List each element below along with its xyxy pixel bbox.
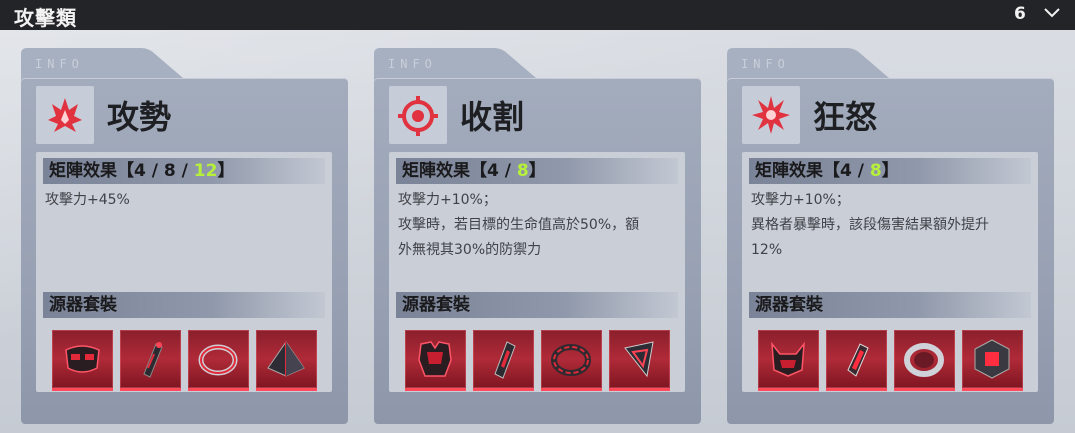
- set-gear-label: 源器套裝: [755, 295, 823, 315]
- effect-description: 攻擊力+10%； 異格者暴擊時，該段傷害結果額外提升 12%: [751, 188, 1033, 263]
- info-tab: INFO: [21, 48, 191, 82]
- gear-slot[interactable]: [52, 330, 113, 391]
- matrix-open-bracket: 【: [470, 161, 487, 181]
- matrix-level-1: 4: [134, 161, 146, 181]
- chevron-down-icon[interactable]: [1042, 2, 1062, 22]
- matrix-open-bracket: 【: [117, 161, 134, 181]
- info-tab-label: INFO: [35, 57, 84, 71]
- gear-slot[interactable]: [541, 330, 602, 391]
- matrix-sep-2: /: [175, 161, 194, 181]
- set-name: 收割: [460, 98, 525, 136]
- gear-slot[interactable]: [188, 330, 249, 391]
- effect-description: 攻擊力+10%； 攻擊時，若目標的生命值高於50%，額 外無視其30%的防禦力: [398, 188, 680, 263]
- matrix-sep-1: /: [498, 161, 517, 181]
- set-gear-header: 源器套裝: [43, 292, 325, 318]
- matrix-sep-1: /: [851, 161, 870, 181]
- info-tab: INFO: [374, 48, 544, 82]
- set-gear-header: 源器套裝: [749, 292, 1031, 318]
- matrix-level-1: 4: [840, 161, 852, 181]
- chest-armor-icon: [418, 341, 452, 377]
- gear-slot[interactable]: [609, 330, 670, 391]
- effect-line: 攻擊力+10%；: [751, 192, 850, 208]
- pyramid-icon: [267, 341, 305, 377]
- gear-slot[interactable]: [758, 330, 819, 391]
- flame-burst-icon: [36, 86, 94, 144]
- set-gear-header: 源器套裝: [396, 292, 678, 318]
- effect-description: 攻擊力+45%: [45, 188, 327, 213]
- card-body: 矩陣效果【4 / 8 / 12】 攻擊力+45% 源器套裝: [36, 152, 332, 392]
- gear-slot[interactable]: [894, 330, 955, 391]
- matrix-effect-header: 矩陣效果【4 / 8】: [396, 158, 678, 184]
- matrix-label: 矩陣效果: [402, 161, 470, 181]
- vial-icon: [847, 343, 869, 377]
- card-body: 矩陣效果【4 / 8】 攻擊力+10%； 攻擊時，若目標的生命值高於50%，額 …: [389, 152, 685, 392]
- matrix-level-3: 12: [193, 161, 218, 181]
- matrix-level-2: 8: [869, 161, 882, 181]
- card-body: 矩陣效果【4 / 8】 攻擊力+10%； 異格者暴擊時，該段傷害結果額外提升 1…: [742, 152, 1038, 392]
- info-tab: INFO: [727, 48, 897, 82]
- matrix-close-bracket: 】: [217, 161, 235, 181]
- section-title: 攻擊類: [14, 6, 77, 30]
- set-card-rage[interactable]: INFO 狂怒 矩陣效果【4 / 8】 攻擊力+10%； 異格者暴擊時，該段傷害…: [727, 48, 1054, 424]
- matrix-level-2: 8: [516, 161, 529, 181]
- set-gear-label: 源器套裝: [402, 295, 470, 315]
- gear-slot[interactable]: [405, 330, 466, 391]
- matrix-sep-1: /: [145, 161, 164, 181]
- set-gear-label: 源器套裝: [49, 295, 117, 315]
- cylinder-icon: [143, 342, 163, 378]
- effect-line: 攻擊力+10%；: [398, 192, 497, 208]
- effect-line: 外無視其30%的防禦力: [398, 242, 542, 258]
- effect-line: 12%: [751, 242, 783, 258]
- triangle-shard-icon: [624, 341, 654, 378]
- gear-list: [405, 330, 675, 392]
- ring-icon: [904, 343, 944, 377]
- matrix-label: 矩陣效果: [49, 161, 117, 181]
- gear-slot[interactable]: [256, 330, 317, 391]
- matrix-effect-header: 矩陣效果【4 / 8 / 12】: [43, 158, 325, 184]
- set-name: 狂怒: [813, 98, 878, 136]
- matrix-label: 矩陣效果: [755, 161, 823, 181]
- gear-list: [52, 330, 322, 392]
- matrix-open-bracket: 【: [823, 161, 840, 181]
- cube-core-icon: [974, 339, 1010, 379]
- effect-line: 攻擊力+45%: [45, 192, 130, 208]
- matrix-close-bracket: 】: [528, 161, 546, 181]
- matrix-level-2: 8: [163, 161, 176, 181]
- horned-helmet-icon: [771, 341, 805, 377]
- effect-line: 攻擊時，若目標的生命值高於50%，額: [398, 217, 640, 233]
- gear-list: [758, 330, 1028, 392]
- set-card-harvest[interactable]: INFO 收割 矩陣效果【4 / 8】 攻擊力+10%； 攻擊時，若目標的生命值…: [374, 48, 701, 424]
- section-count: 6: [1014, 4, 1026, 24]
- gear-slot[interactable]: [120, 330, 181, 391]
- matrix-effect-header: 矩陣效果【4 / 8】: [749, 158, 1031, 184]
- section-header[interactable]: 攻擊類 6: [0, 0, 1075, 30]
- canister-icon: [494, 341, 516, 379]
- gear-slot[interactable]: [826, 330, 887, 391]
- crosshair-target-icon: [389, 86, 447, 144]
- mask-icon: [65, 345, 100, 373]
- ring-icon: [551, 344, 591, 376]
- set-name: 攻勢: [107, 98, 172, 136]
- spiked-star-icon: [742, 86, 800, 144]
- matrix-level-1: 4: [487, 161, 499, 181]
- info-tab-label: INFO: [388, 57, 437, 71]
- set-card-offense[interactable]: INFO 攻勢 矩陣效果【4 / 8 / 12】 攻擊力+45% 源器套裝: [21, 48, 348, 424]
- ring-icon: [198, 344, 238, 376]
- gear-slot[interactable]: [962, 330, 1023, 391]
- gear-slot[interactable]: [473, 330, 534, 391]
- effect-line: 異格者暴擊時，該段傷害結果額外提升: [751, 217, 989, 233]
- info-tab-label: INFO: [741, 57, 790, 71]
- matrix-close-bracket: 】: [881, 161, 899, 181]
